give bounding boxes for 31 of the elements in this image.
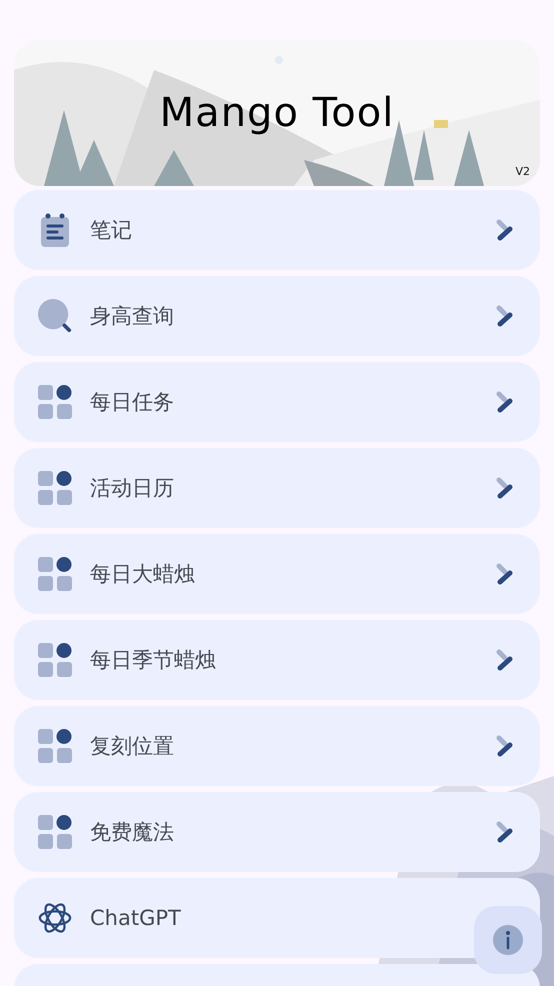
menu-item[interactable]: 复刻位置 (14, 706, 540, 786)
menu-item[interactable]: 笔记 (14, 190, 540, 270)
menu-label: 每日季节蜡烛 (90, 647, 216, 674)
menu-label: 每日大蜡烛 (90, 561, 195, 588)
menu-item[interactable]: 每日任务 (14, 362, 540, 442)
knot-icon (38, 901, 72, 935)
menu-item[interactable]: 身高查询 (14, 276, 540, 356)
menu-item[interactable]: 每日季节蜡烛 (14, 620, 540, 700)
menu-item[interactable]: 活动日历 (14, 448, 540, 528)
menu-label: ChatGPT (90, 906, 181, 930)
grid-icon (38, 729, 72, 763)
menu-label: 笔记 (90, 217, 132, 244)
menu-label: 免费魔法 (90, 819, 174, 846)
menu-item[interactable]: ChatGPT (14, 878, 540, 958)
menu-label: 活动日历 (90, 475, 174, 502)
menu-label: 身高查询 (90, 303, 174, 330)
menu-item[interactable]: 每日大蜡烛 (14, 534, 540, 614)
grid-icon (38, 471, 72, 505)
info-button[interactable] (474, 906, 542, 974)
menu-label: 复刻位置 (90, 733, 174, 760)
notebook-icon (38, 213, 72, 247)
menu-item[interactable]: 免费魔法 (14, 792, 540, 872)
version-label: V2 (515, 165, 530, 178)
search-icon (38, 299, 72, 333)
grid-icon (38, 385, 72, 419)
app-title: Mango Tool (160, 90, 394, 136)
info-icon (493, 925, 523, 955)
grid-icon (38, 815, 72, 849)
menu-label: 每日任务 (90, 389, 174, 416)
grid-icon (38, 643, 72, 677)
grid-icon (38, 557, 72, 591)
